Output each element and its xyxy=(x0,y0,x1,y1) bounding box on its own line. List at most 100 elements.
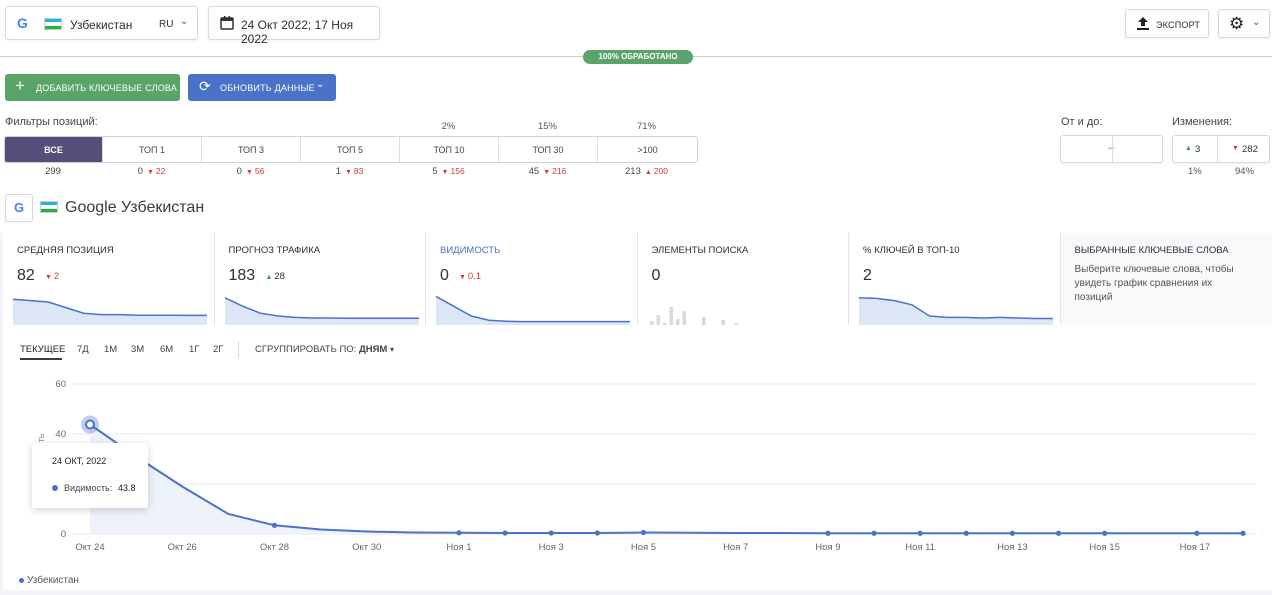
filter-tab[interactable]: >100 xyxy=(598,137,697,162)
filter-tab[interactable]: ТОП 30 xyxy=(499,137,598,162)
changes-divider xyxy=(1217,136,1218,163)
range-input[interactable]: – xyxy=(1060,135,1163,163)
arrow-down-icon: ▼ xyxy=(543,169,551,176)
metric-card[interactable]: ВИДИМОСТЬ 0 ▼ 0.1 xyxy=(426,233,638,325)
metric-card[interactable]: ЭЛЕМЕНТЫ ПОИСКА 0 xyxy=(637,233,849,325)
period-separator xyxy=(238,341,239,358)
sparkline-bar xyxy=(682,311,686,325)
x-tick-label: Окт 24 xyxy=(75,542,104,553)
count-delta: 156 xyxy=(450,166,465,176)
processed-badge: 100% ОБРАБОТАНО xyxy=(583,50,693,64)
x-tick-label: Ноя 13 xyxy=(997,542,1028,553)
filter-tab-count: 0 ▼ 56 xyxy=(211,166,291,177)
export-button[interactable]: ЭКСПОРТ xyxy=(1125,9,1209,38)
chart-legend[interactable]: Узбекистан xyxy=(19,575,79,586)
filter-tab[interactable]: ТОП 10 xyxy=(400,137,499,162)
group-by-value: ДНЯМ xyxy=(358,344,388,355)
add-keywords-button[interactable]: + ДОБАВИТЬ КЛЮЧЕВЫЕ СЛОВА xyxy=(5,74,180,101)
engine-title: Google Узбекистан xyxy=(65,199,205,216)
x-tick-label: Ноя 11 xyxy=(905,542,935,553)
data-point xyxy=(963,530,969,536)
y-axis-label: ть xyxy=(36,433,46,442)
metric-value: 82 xyxy=(17,267,35,284)
x-tick-label: Ноя 17 xyxy=(1180,542,1211,553)
period-tab[interactable]: 1М xyxy=(104,344,117,355)
data-point xyxy=(594,530,600,536)
arrow-down-icon: ▼ xyxy=(344,169,352,176)
lang-code: RU xyxy=(159,19,174,30)
metric-card[interactable]: % КЛЮЧЕЙ В ТОП-10 2 xyxy=(849,233,1061,325)
sparkline-bar xyxy=(701,317,705,325)
changes-label: Изменения: xyxy=(1172,116,1233,128)
filter-tab-count: 1 ▼ 83 xyxy=(310,166,390,177)
period-tab[interactable]: 3М xyxy=(131,344,144,355)
period-tab[interactable]: 1Г xyxy=(189,344,199,355)
arrow-down-icon: ▼ xyxy=(441,169,449,176)
region-selector[interactable]: G Узбекистан RU ⌄ xyxy=(5,6,198,40)
data-point xyxy=(871,530,877,536)
filter-tabs: ВСЕ ТОП 1 ТОП 3 ТОП 5 ТОП 10 ТОП 30 >100 xyxy=(4,136,698,163)
count-value: 0 xyxy=(236,166,242,177)
group-by-dropdown[interactable]: СГРУППИРОВАТЬ ПО: ДНЯМ ▾ xyxy=(255,344,394,355)
filter-tab[interactable]: ТОП 5 xyxy=(301,137,400,162)
settings-button[interactable]: ⚙ ⌄ xyxy=(1218,9,1270,38)
metric-card[interactable]: ПРОГНОЗ ТРАФИКА 183 ▲ 28 xyxy=(214,233,426,325)
plus-icon: + xyxy=(15,76,25,95)
count-value: 0 xyxy=(137,166,143,177)
metric-sparkline xyxy=(13,298,207,325)
data-point xyxy=(1102,530,1108,536)
filter-tab-label: >100 xyxy=(637,145,658,155)
x-tick-label: Ноя 9 xyxy=(815,542,840,553)
filter-tab-count: 45 ▼ 216 xyxy=(508,166,588,177)
chevron-down-icon: ⌄ xyxy=(1252,17,1261,28)
tooltip-date: 24 ОКТ, 2022 xyxy=(52,456,107,466)
period-tab[interactable]: 7Д xyxy=(77,344,89,355)
x-tick-label: Окт 30 xyxy=(352,542,381,553)
filter-tab[interactable]: ВСЕ xyxy=(5,137,103,162)
chevron-down-icon: ⌄ xyxy=(316,79,325,90)
y-tick-label: 0 xyxy=(61,529,66,540)
date-range-picker[interactable]: 24 Окт 2022; 17 Ноя 2022 xyxy=(208,6,380,46)
arrow-down-icon: ▼ xyxy=(146,169,154,176)
filter-tab[interactable]: ТОП 3 xyxy=(202,137,301,162)
legend-dot xyxy=(19,577,24,583)
period-tab[interactable]: 6М xyxy=(160,344,173,355)
metric-card[interactable]: ВЫБРАННЫЕ КЛЮЧЕВЫЕ СЛОВА Выберите ключевы… xyxy=(1060,233,1272,325)
filter-tab-label: ТОП 5 xyxy=(336,145,364,155)
date-range-text: 24 Окт 2022; 17 Ноя 2022 xyxy=(241,18,354,46)
metric-change: ▼ 0.1 xyxy=(459,271,481,282)
filter-tab[interactable]: ТОП 1 xyxy=(103,137,202,162)
metric-delta: 2 xyxy=(53,271,60,282)
metrics-row: СРЕДНЯЯ ПОЗИЦИЯ 82 ▼ 2 ПРОГНОЗ ТРАФИКА 183 ▲ … xyxy=(3,233,1272,325)
count-delta: 56 xyxy=(254,166,265,176)
series-line xyxy=(89,423,1243,535)
x-tick-label: Ноя 3 xyxy=(539,542,564,553)
metric-title: ПРОГНОЗ ТРАФИКА xyxy=(228,245,321,256)
tooltip-label: Видимость: xyxy=(64,483,113,493)
changes-toggle[interactable]: ▲ 3 ▼ 282 xyxy=(1172,135,1270,163)
metric-delta: 28 xyxy=(274,271,285,282)
y-tick-label: 60 xyxy=(55,379,66,390)
upload-icon xyxy=(1137,17,1149,33)
sparkline-area xyxy=(859,297,1053,325)
uzbekistan-flag-icon xyxy=(44,18,62,30)
chevron-down-icon: ⌄ xyxy=(180,16,189,27)
arrow-down-icon: ▼ xyxy=(245,169,253,176)
period-tab[interactable]: 2Г xyxy=(213,344,223,355)
changes-down-pct: 94% xyxy=(1235,166,1255,177)
metric-title: ВИДИМОСТЬ xyxy=(440,245,501,256)
tooltip-value: 43.8 xyxy=(118,483,136,493)
count-value: 1 xyxy=(335,166,341,177)
visibility-chart: 0 40 60 ть Окт 24 Окт 26 Окт 28 Окт 30 Ноя 1 Ноя … xyxy=(36,379,1255,553)
period-tab[interactable]: ТЕКУЩЕЕ xyxy=(20,344,65,355)
metric-card[interactable]: СРЕДНЯЯ ПОЗИЦИЯ 82 ▼ 2 xyxy=(3,233,215,325)
sparkline-bar xyxy=(656,315,660,325)
metric-sparkline xyxy=(649,307,738,325)
refresh-label: ОБНОВИТЬ ДАННЫЕ xyxy=(220,83,315,93)
metric-value: 0 xyxy=(651,267,661,284)
refresh-data-button[interactable]: ⟳ ОБНОВИТЬ ДАННЫЕ ⌄ xyxy=(188,74,336,101)
arrow-down-icon: ▼ xyxy=(459,274,468,281)
metric-value: 0 xyxy=(440,267,449,284)
count-value: 45 xyxy=(528,166,540,177)
engine-logo: G xyxy=(5,194,33,222)
